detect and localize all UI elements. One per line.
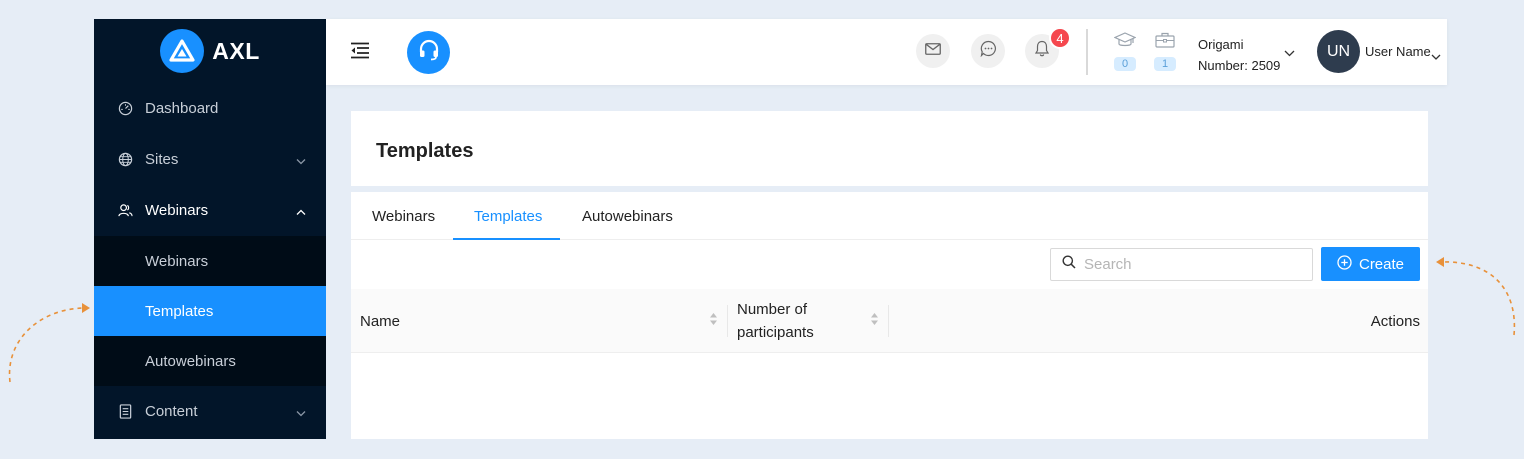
logo-text: AXL <box>212 37 260 64</box>
avatar[interactable]: UN <box>1317 30 1360 73</box>
sidebar-item-dashboard[interactable]: Dashboard <box>94 83 326 134</box>
document-icon <box>118 404 133 419</box>
webinars-submenu: Webinars Templates Autowebinars <box>94 236 326 386</box>
chevron-down-icon <box>296 403 306 420</box>
chevron-up-icon <box>296 202 306 219</box>
sidebar-item-label: Sites <box>145 151 179 168</box>
sort-icon[interactable] <box>709 311 718 332</box>
chevron-down-icon <box>296 151 306 168</box>
create-label: Create <box>1358 255 1405 273</box>
dashboard-icon <box>118 101 133 116</box>
sidebar-item-label: Content <box>145 403 198 420</box>
mail-button[interactable] <box>916 34 950 68</box>
table-body <box>351 354 1428 439</box>
user-name[interactable]: User Name <box>1365 44 1431 59</box>
graduation-cap-icon <box>1113 32 1137 53</box>
chat-button[interactable] <box>971 34 1005 68</box>
chevron-down-icon[interactable] <box>1431 47 1441 65</box>
org-number: Number: 2509 <box>1198 58 1281 73</box>
organization-selector[interactable]: Origami Number: 2509 <box>1198 34 1280 76</box>
globe-icon <box>118 152 133 167</box>
bell-icon <box>1034 40 1050 62</box>
annotation-arrow-right <box>1436 257 1516 336</box>
tab-webinars[interactable]: Webinars <box>372 192 435 240</box>
sidebar: AXL Dashboard Sites Webinars Webinars Te… <box>94 19 326 439</box>
logo[interactable]: AXL <box>94 19 326 83</box>
search-input[interactable] <box>1084 256 1304 273</box>
sidebar-item-sites[interactable]: Sites <box>94 134 326 185</box>
page-title: Templates <box>376 140 474 162</box>
portfolio-count: 1 <box>1154 57 1176 71</box>
headset-icon <box>417 38 441 67</box>
chat-icon <box>980 40 997 62</box>
briefcase-icon <box>1155 32 1175 53</box>
mail-icon <box>925 42 941 60</box>
logo-icon <box>160 29 205 73</box>
search-icon <box>1062 255 1076 274</box>
column-divider <box>888 305 889 337</box>
column-header-participants[interactable]: Number of participants <box>737 289 814 353</box>
page-header-card: Templates <box>351 111 1428 186</box>
create-button[interactable]: Create <box>1321 247 1420 281</box>
notifications-button[interactable]: 4 <box>1025 27 1071 68</box>
notification-badge: 4 <box>1049 27 1071 49</box>
column-header-line: participants <box>737 324 814 341</box>
courses-stat[interactable]: 0 <box>1112 32 1138 71</box>
column-header-name[interactable]: Name <box>360 289 400 353</box>
search-field[interactable] <box>1050 248 1313 281</box>
annotation-arrow-left <box>8 303 90 383</box>
users-icon <box>118 203 133 218</box>
plus-circle-icon <box>1337 254 1352 274</box>
active-tab-indicator <box>453 238 560 240</box>
sidebar-subitem-templates[interactable]: Templates <box>94 286 326 336</box>
sort-icon[interactable] <box>870 311 879 332</box>
sidebar-subitem-autowebinars[interactable]: Autowebinars <box>94 336 326 386</box>
table-header: Name Number of participants Actions <box>351 289 1428 353</box>
org-name: Origami <box>1198 37 1244 52</box>
tab-bar: Webinars Templates Autowebinars <box>351 192 1428 240</box>
sidebar-item-label: Dashboard <box>145 100 219 117</box>
courses-count: 0 <box>1114 57 1136 71</box>
chevron-down-icon[interactable] <box>1284 44 1295 62</box>
column-divider <box>727 305 728 337</box>
header-divider <box>1086 29 1088 75</box>
sidebar-item-webinars[interactable]: Webinars <box>94 185 326 236</box>
tab-autowebinars[interactable]: Autowebinars <box>582 192 673 240</box>
sidebar-item-content[interactable]: Content <box>94 386 326 437</box>
column-header-line: Number of <box>737 301 808 318</box>
sidebar-item-label: Webinars <box>145 202 209 219</box>
menu-fold-icon[interactable] <box>350 42 370 64</box>
top-header: 4 0 1 Origami Number: 2509 UN User Name <box>326 19 1447 85</box>
content-card: Webinars Templates Autowebinars Create N… <box>351 192 1428 439</box>
column-header-actions: Actions <box>1370 312 1420 330</box>
portfolio-stat[interactable]: 1 <box>1152 32 1178 71</box>
support-button[interactable] <box>407 31 450 74</box>
tab-templates[interactable]: Templates <box>474 192 542 240</box>
sidebar-subitem-webinars[interactable]: Webinars <box>94 236 326 286</box>
